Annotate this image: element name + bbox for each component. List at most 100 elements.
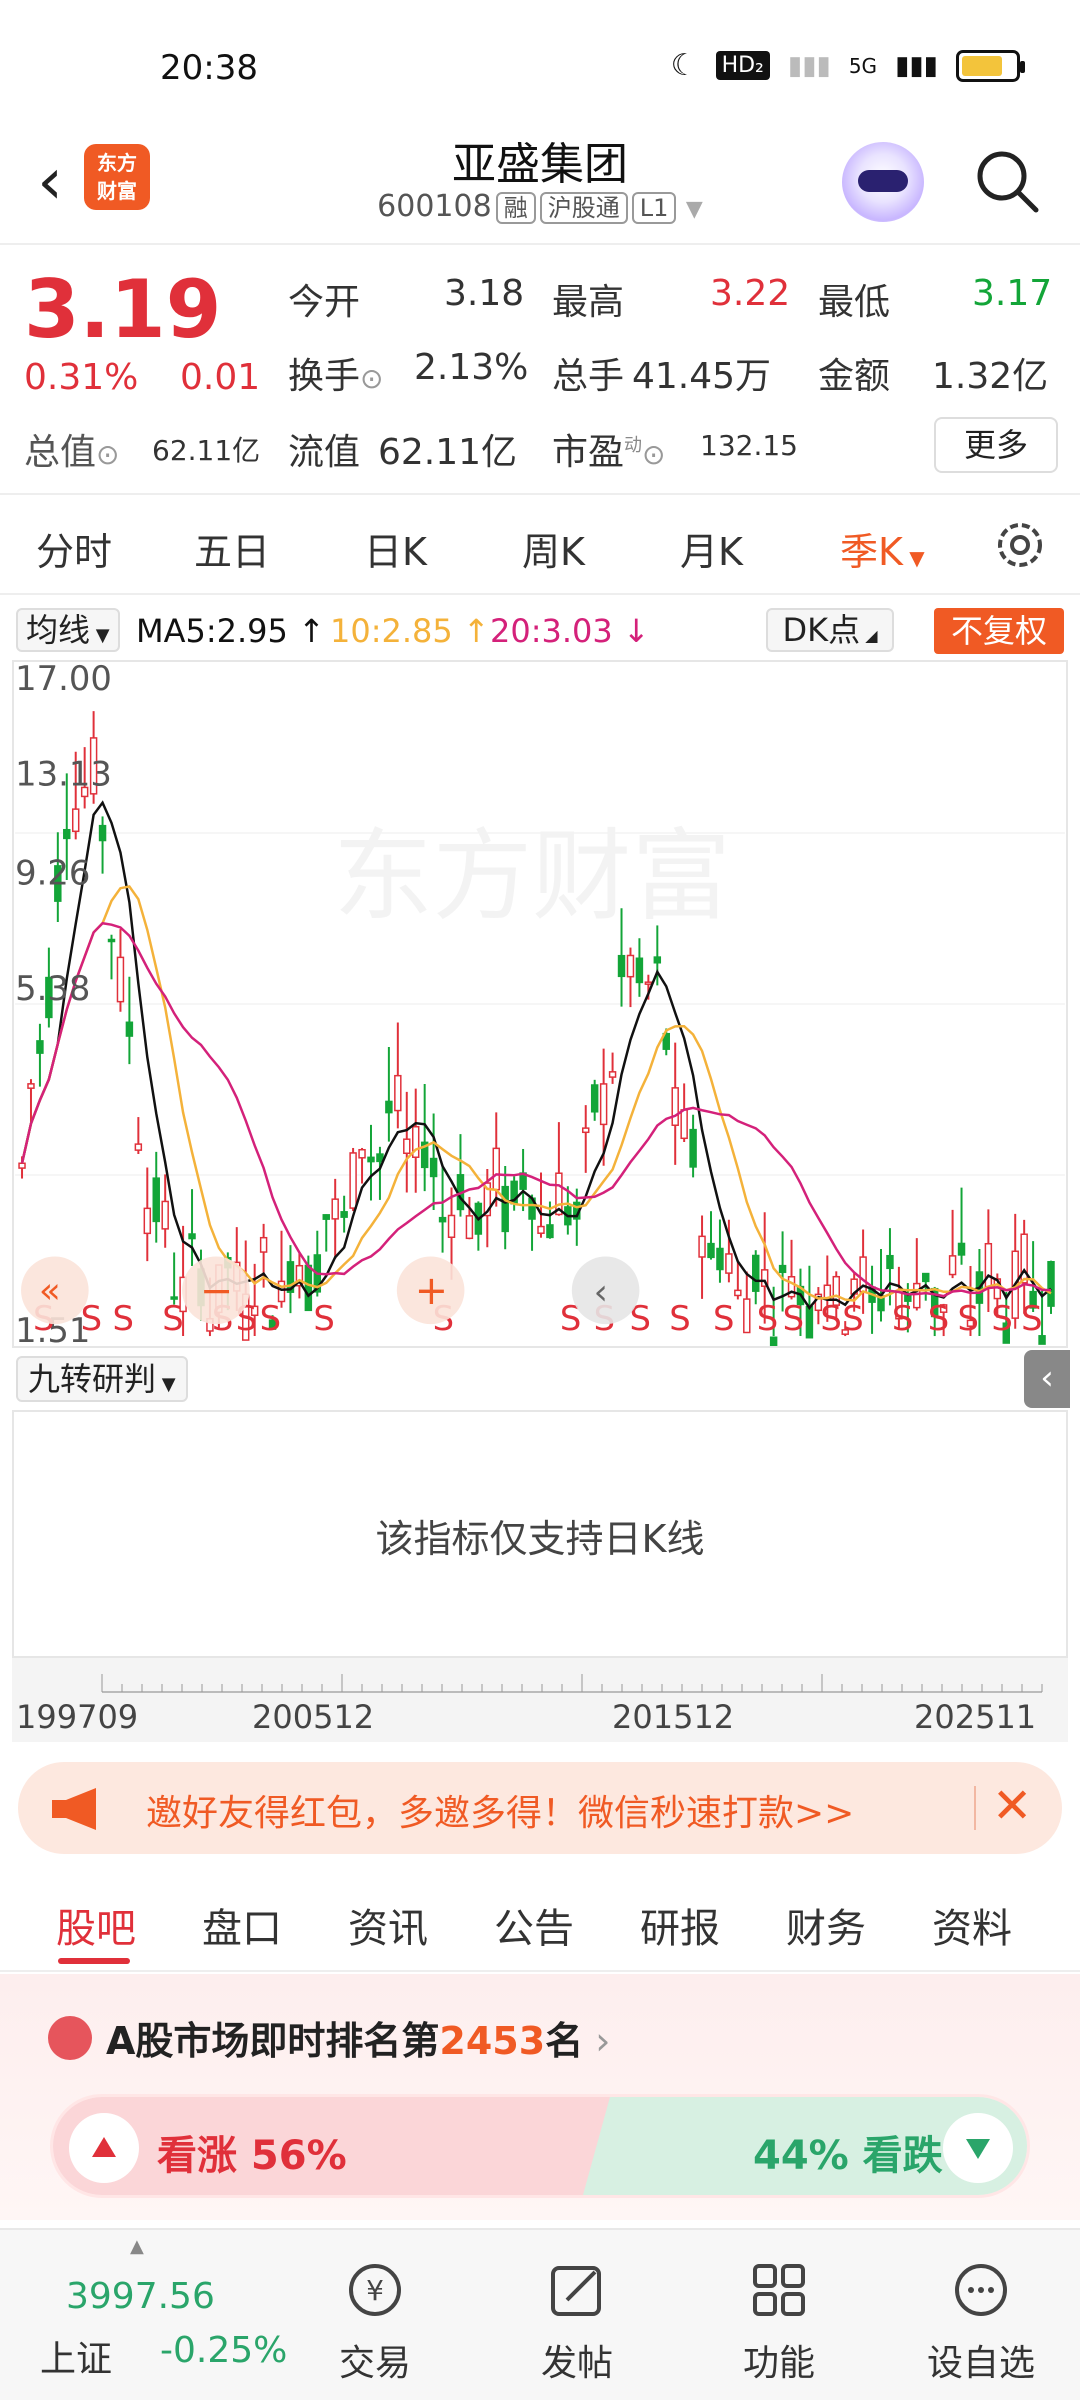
candle-body <box>322 1214 330 1220</box>
signal-bars-icon: ▮▮▮ <box>895 50 938 81</box>
dk-point-button[interactable]: DK点 ◢ <box>766 608 894 652</box>
sell-signal: S <box>1021 1299 1042 1338</box>
sell-signal: S <box>783 1299 804 1338</box>
vote-up-label: 看涨 56% <box>157 2133 347 2179</box>
bottom-nav: ▲ 3997.56 上证 -0.25% ¥ 交易 发帖 功能 设自选 <box>0 2228 1080 2400</box>
index-change: -0.25% <box>160 2330 288 2371</box>
ma-selector[interactable]: 均线 ▼ <box>16 608 120 652</box>
x-tick-label: 202511 <box>914 1698 1037 1736</box>
candle-body <box>429 1157 438 1178</box>
tab-five-day[interactable]: 五日 <box>194 521 270 576</box>
candle-body <box>716 1247 724 1271</box>
float-label: 流值 <box>288 432 361 473</box>
kline-chart[interactable]: 东方财富 17.00 13.13 9.26 5.38 1.51 SSSSSSSS… <box>12 660 1068 1348</box>
tab-news[interactable]: 资讯 <box>348 1896 428 1954</box>
sell-signal: S <box>892 1299 913 1338</box>
y-tick: 9.26 <box>15 854 90 893</box>
tab-pankou[interactable]: 盘口 <box>202 1896 282 1954</box>
close-icon[interactable]: ✕ <box>992 1778 1032 1834</box>
x-tick-label: 199709 <box>16 1698 139 1736</box>
candle-body <box>116 956 125 1003</box>
nav-add-watchlist[interactable]: 设自选 <box>916 2230 1046 2402</box>
nav-add-watchlist-label: 设自选 <box>926 2343 1035 2384</box>
sell-signal: S <box>260 1299 281 1338</box>
divider <box>974 1786 976 1830</box>
minus-icon: − <box>200 1268 233 1314</box>
promo-banner[interactable]: 邀好友得红包，多邀多得！微信秒速打款>> ✕ <box>18 1762 1062 1854</box>
search-icon[interactable] <box>972 146 1042 216</box>
side-panel-toggle-icon[interactable]: ‹ <box>1024 1350 1070 1408</box>
tab-finance[interactable]: 财务 <box>786 1896 866 1954</box>
indicator-selector[interactable]: 九转研判 ▼ <box>16 1356 188 1402</box>
candle-body <box>98 824 107 842</box>
tab-daily-k[interactable]: 日K <box>364 521 427 576</box>
candle-body <box>71 808 80 833</box>
nav-functions[interactable]: 功能 <box>714 2230 844 2402</box>
candle-body <box>367 1156 375 1163</box>
connect-tag: 沪股通 <box>539 192 628 224</box>
nav-trade[interactable]: ¥ 交易 <box>310 2230 440 2402</box>
ma5-value: MA5:2.95 ↑ <box>136 612 325 650</box>
index-value: 3997.56 <box>66 2276 215 2317</box>
tab-intraday[interactable]: 分时 <box>36 521 112 576</box>
tab-quarterly-k[interactable]: 季K ▼ <box>840 521 925 576</box>
tab-announcements[interactable]: 公告 <box>494 1896 574 1954</box>
candle-body <box>698 1235 706 1258</box>
logo-line1: 东方 <box>97 151 137 175</box>
promo-text: 邀好友得红包，多邀多得！微信秒速打款>> <box>146 1793 855 1834</box>
tab-monthly-k[interactable]: 月K <box>680 521 743 576</box>
back-arrow-icon[interactable]: ‹ <box>20 145 80 219</box>
tab-weekly-k[interactable]: 周K <box>522 521 585 576</box>
candle-body <box>143 1207 152 1235</box>
network-label: 5G <box>848 53 878 78</box>
candle-body <box>125 1021 134 1037</box>
nav-post[interactable]: 发帖 <box>512 2230 642 2402</box>
edit-icon <box>551 2266 601 2316</box>
tab-guba[interactable]: 股吧 <box>56 1896 136 1954</box>
x-axis-ticks <box>101 1674 1043 1693</box>
dropdown-icon[interactable]: ▼ <box>686 197 703 222</box>
margin-tag: 融 <box>495 192 536 224</box>
candle-body <box>537 1225 545 1234</box>
assistant-robot-icon[interactable] <box>842 142 924 222</box>
vote-down-button[interactable] <box>943 2113 1013 2183</box>
candles <box>18 711 1055 1346</box>
tab-research[interactable]: 研报 <box>640 1896 720 1954</box>
gear-icon[interactable] <box>992 517 1048 573</box>
change-amount: 0.01 <box>180 357 261 398</box>
current-price: 3.19 <box>24 263 222 356</box>
float-value: 62.11亿 <box>378 432 518 473</box>
candle-body <box>394 1074 402 1112</box>
sell-signal: S <box>669 1299 690 1338</box>
amount-value: 1.32亿 <box>932 356 1049 397</box>
y-tick: 5.38 <box>15 969 90 1008</box>
tab-profile[interactable]: 资料 <box>932 1896 1012 1954</box>
vote-up-button[interactable] <box>69 2113 139 2183</box>
candle-body <box>635 957 644 984</box>
plus-icon: + <box>415 1268 448 1314</box>
high-label: 最高 <box>552 282 625 323</box>
candle-body <box>805 1305 814 1339</box>
open-value: 3.18 <box>444 273 525 314</box>
adjust-button[interactable]: 不复权 <box>934 608 1064 654</box>
y-tick: 17.00 <box>15 660 112 698</box>
chart-watermark: 东方财富 <box>333 820 731 935</box>
candle-body <box>680 1109 688 1140</box>
more-button[interactable]: 更多 <box>934 417 1058 473</box>
rank-link[interactable]: A股市场即时排名第2453名 › <box>106 2010 610 2065</box>
sell-signal: S <box>928 1299 949 1338</box>
candle-body <box>27 1083 35 1089</box>
nav-post-label: 发帖 <box>540 2343 613 2384</box>
app-logo[interactable]: 东方 财富 <box>84 144 150 210</box>
indicator-header: 九转研判 ▼ <box>12 1352 1068 1408</box>
stock-name: 亚盛集团 <box>452 139 628 190</box>
candle-body <box>501 1185 509 1233</box>
moon-icon: ☾ <box>670 48 698 83</box>
amount-label: 金额 <box>818 356 891 397</box>
candle-body <box>358 1148 366 1159</box>
candle-body <box>465 1215 474 1240</box>
hd-icon: HD₂ <box>715 51 770 80</box>
stock-code-row[interactable]: 600108 融沪股通 L1 ▼ <box>360 188 720 224</box>
candle-body <box>546 1224 554 1239</box>
mktcap-value: 62.11亿 <box>152 434 261 467</box>
